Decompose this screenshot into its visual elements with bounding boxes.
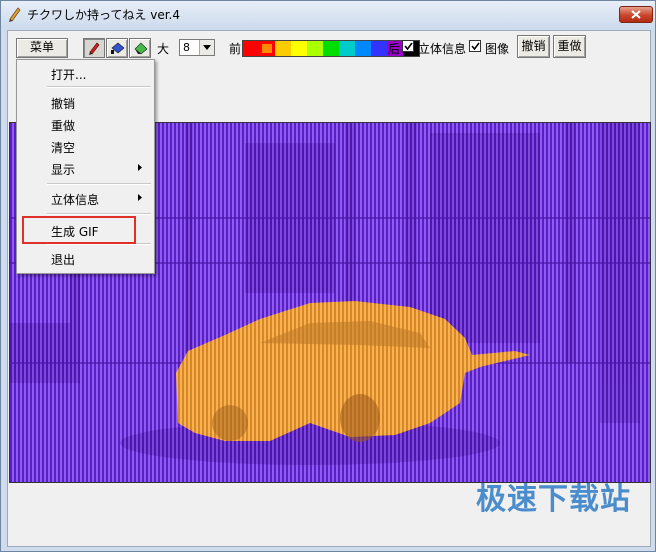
pen-icon <box>89 42 100 55</box>
stereo-info-checkbox[interactable] <box>402 40 414 52</box>
fill-tool-button[interactable] <box>106 38 128 58</box>
menu-item-clear[interactable]: 清空 <box>19 136 152 156</box>
menu-item-stereo-info[interactable]: 立体信息 <box>19 188 152 208</box>
menu-item-undo[interactable]: 撤销 <box>19 92 152 112</box>
menu-separator <box>47 183 151 185</box>
submenu-arrow-icon <box>138 164 142 171</box>
close-button[interactable] <box>619 6 653 23</box>
eraser-icon <box>134 42 148 55</box>
window-title: チクワしか持ってねえ ver.4 <box>27 8 180 22</box>
color-swatch[interactable] <box>323 41 339 56</box>
color-swatch[interactable] <box>243 41 259 56</box>
close-icon <box>631 10 641 19</box>
color-swatch[interactable] <box>339 41 355 56</box>
menu-item-label: 撤销 <box>51 97 76 111</box>
image-checkbox[interactable] <box>469 40 481 52</box>
menu-item-label: 立体信息 <box>51 193 100 207</box>
color-swatch[interactable] <box>307 41 323 56</box>
menu-separator <box>47 86 151 88</box>
paint-bucket-icon <box>111 42 125 54</box>
watermark-logo: 极速下载站 <box>476 482 631 517</box>
redo-button[interactable]: 重做 <box>553 35 586 58</box>
chevron-down-icon <box>203 45 211 50</box>
app-window: チクワしか持ってねえ ver.4 菜单 大 8 前 后 立体信息 图像 撤销 重… <box>0 0 656 552</box>
menu-item-redo[interactable]: 重做 <box>19 114 152 134</box>
annotation-highlight-box <box>22 216 136 244</box>
menu-item-label: 显示 <box>51 163 76 177</box>
title-bar[interactable]: チクワしか持ってねえ ver.4 <box>1 1 655 27</box>
color-swatch[interactable] <box>355 41 371 56</box>
menu-item-exit[interactable]: 退出 <box>19 248 152 268</box>
pencil-app-icon <box>9 7 21 22</box>
checkmark-icon <box>404 42 413 51</box>
size-select[interactable]: 8 <box>179 39 215 56</box>
menu-button[interactable]: 菜单 <box>16 38 68 58</box>
submenu-arrow-icon <box>138 194 142 201</box>
undo-button[interactable]: 撤销 <box>517 35 550 58</box>
color-swatch[interactable] <box>275 41 291 56</box>
color-swatch[interactable] <box>371 41 387 56</box>
eraser-tool-button[interactable] <box>129 38 151 58</box>
stereo-info-label: 立体信息 <box>418 42 467 56</box>
dropdown-arrow[interactable] <box>199 40 214 55</box>
client-area: 菜单 大 8 前 后 立体信息 图像 撤销 重做 打开... 撤销 重做 清空 … <box>7 30 651 547</box>
pen-tool-button[interactable] <box>83 38 105 58</box>
menu-item-open[interactable]: 打开... <box>19 63 152 83</box>
size-value: 8 <box>183 41 190 54</box>
checkmark-icon <box>471 42 480 51</box>
menu-item-label: 打开... <box>51 68 87 82</box>
color-swatch[interactable] <box>291 41 307 56</box>
image-label: 图像 <box>485 42 510 56</box>
menu-item-label: 退出 <box>51 253 76 267</box>
front-color-label: 前 <box>229 42 242 56</box>
size-label: 大 <box>157 42 170 56</box>
menu-item-display[interactable]: 显示 <box>19 158 152 178</box>
color-swatch[interactable] <box>259 41 275 56</box>
back-color-label: 后 <box>388 42 401 56</box>
menu-item-label: 清空 <box>51 141 76 155</box>
menu-separator <box>47 213 151 215</box>
menu-item-label: 重做 <box>51 119 76 133</box>
